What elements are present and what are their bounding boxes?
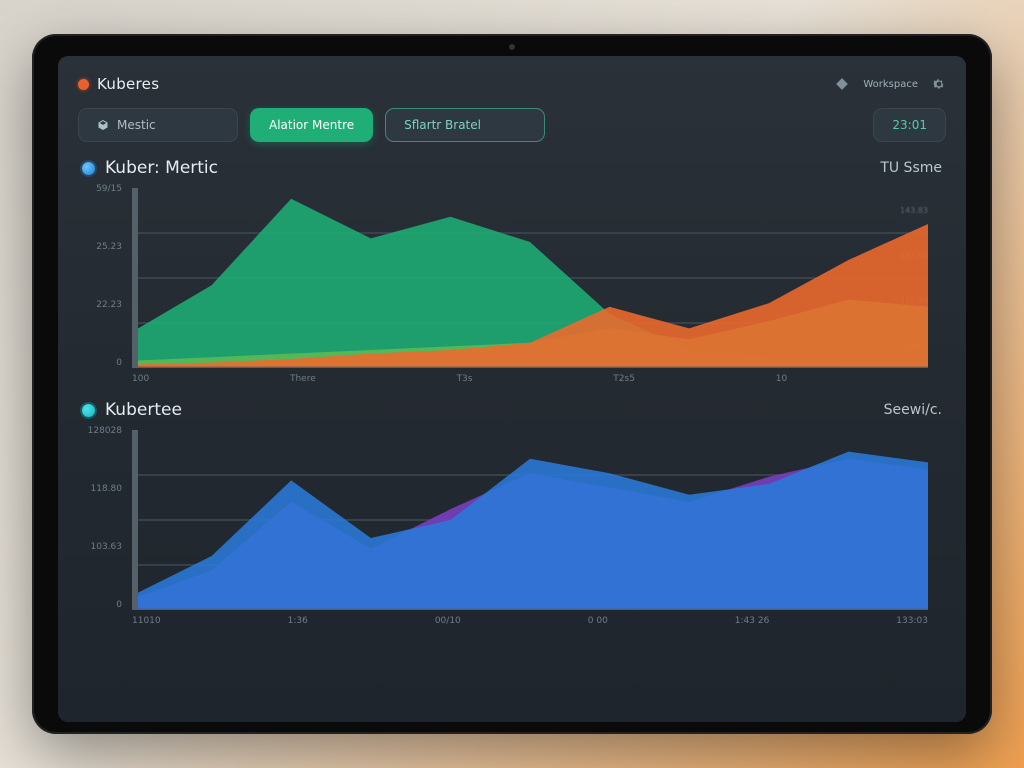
tab-mestic[interactable]: Mestic xyxy=(78,108,238,142)
tab-label: Mestic xyxy=(117,118,156,132)
tablet-frame: Kuberes Workspace Mestic Alatior Mentre … xyxy=(32,34,992,734)
top-bar: Kuberes Workspace xyxy=(78,70,946,98)
panel-title-text: Kubertee xyxy=(105,400,182,420)
series-container xyxy=(132,199,928,368)
diamond-icon xyxy=(835,77,849,91)
tab-clock-value[interactable]: 23:01 xyxy=(873,108,946,142)
dashboard-screen: Kuberes Workspace Mestic Alatior Mentre … xyxy=(58,56,966,722)
chart-top: 59/15 25.23 22.23 0 143.83 192.83 110.53… xyxy=(78,184,946,394)
tab-sflartr[interactable]: Sflartr Bratel xyxy=(385,108,545,142)
plot-area xyxy=(132,188,928,368)
tab-label: Alatior Mentre xyxy=(269,118,354,132)
panel-kubertee: Kubertee Seewi/c. 128028 118.80 103.63 0 xyxy=(78,400,946,636)
chart-svg xyxy=(132,188,928,368)
chart-bottom: 128028 118.80 103.63 0 xyxy=(78,426,946,636)
panel-kuber-mertic: Kuber: Mertic TU Ssme 59/15 25.23 22.23 … xyxy=(78,158,946,394)
panel-head: Kubertee Seewi/c. xyxy=(82,400,942,420)
bullet-icon xyxy=(82,404,95,417)
x-axis: 100 There T3s T2s5 10 xyxy=(132,374,928,394)
y-axis: 128028 118.80 103.63 0 xyxy=(78,426,128,610)
status-label: Workspace xyxy=(863,79,918,90)
plot-area xyxy=(132,430,928,610)
top-right-cluster: Workspace xyxy=(835,77,946,91)
bullet-icon xyxy=(82,162,95,175)
tab-bar: Mestic Alatior Mentre Sflartr Bratel 23:… xyxy=(78,108,946,142)
panel-head: Kuber: Mertic TU Ssme xyxy=(82,158,942,178)
y-axis: 59/15 25.23 22.23 0 xyxy=(78,184,128,368)
brand-dot-icon xyxy=(78,79,89,90)
panel-title: Kubertee xyxy=(82,400,182,420)
panel-subtitle: TU Ssme xyxy=(880,160,942,176)
panel-title: Kuber: Mertic xyxy=(82,158,218,178)
x-axis: 11010 1:36 00/10 0 00 1:43 26 133:03 xyxy=(132,616,928,636)
tab-label: Sflartr Bratel xyxy=(404,118,481,132)
cube-icon xyxy=(97,119,109,131)
panel-subtitle: Seewi/c. xyxy=(884,402,942,418)
brand-title: Kuberes xyxy=(97,75,159,93)
tab-label: 23:01 xyxy=(892,118,927,132)
gear-icon[interactable] xyxy=(932,77,946,91)
tab-alatior[interactable]: Alatior Mentre xyxy=(250,108,373,142)
panel-title-text: Kuber: Mertic xyxy=(105,158,218,178)
device-camera xyxy=(509,44,515,50)
brand: Kuberes xyxy=(78,75,159,93)
chart-svg xyxy=(132,430,928,610)
